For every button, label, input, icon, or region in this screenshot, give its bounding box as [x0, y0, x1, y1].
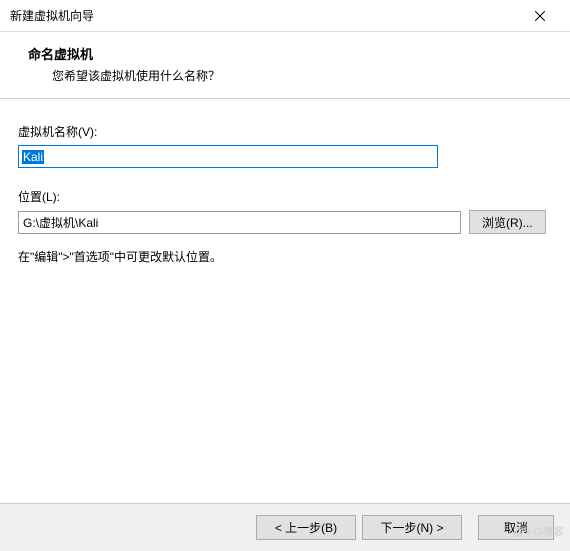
- browse-button[interactable]: 浏览(R)...: [469, 210, 546, 234]
- cancel-button[interactable]: 取消: [478, 515, 554, 540]
- next-button[interactable]: 下一步(N) >: [362, 515, 462, 540]
- location-label: 位置(L):: [18, 188, 552, 205]
- wizard-header-title: 命名虚拟机: [28, 44, 570, 63]
- wizard-header: 命名虚拟机 您希望该虚拟机使用什么名称？: [0, 32, 570, 99]
- hint-text: 在"编辑">"首选项"中可更改默认位置。: [18, 248, 552, 265]
- titlebar: 新建虚拟机向导: [0, 0, 570, 32]
- vm-name-input[interactable]: Kali: [18, 145, 438, 168]
- vm-name-value: Kali: [22, 150, 44, 164]
- close-button[interactable]: [520, 2, 560, 30]
- close-icon: [535, 11, 545, 21]
- back-button[interactable]: < 上一步(B): [256, 515, 356, 540]
- window-title: 新建虚拟机向导: [10, 7, 94, 24]
- wizard-content: 虚拟机名称(V): Kali 位置(L): 浏览(R)... 在"编辑">"首选…: [0, 99, 570, 265]
- wizard-header-subtitle: 您希望该虚拟机使用什么名称？: [28, 67, 570, 84]
- wizard-footer: < 上一步(B) 下一步(N) > 取消: [0, 503, 570, 551]
- location-input[interactable]: [18, 211, 461, 234]
- vm-name-label: 虚拟机名称(V):: [18, 123, 552, 140]
